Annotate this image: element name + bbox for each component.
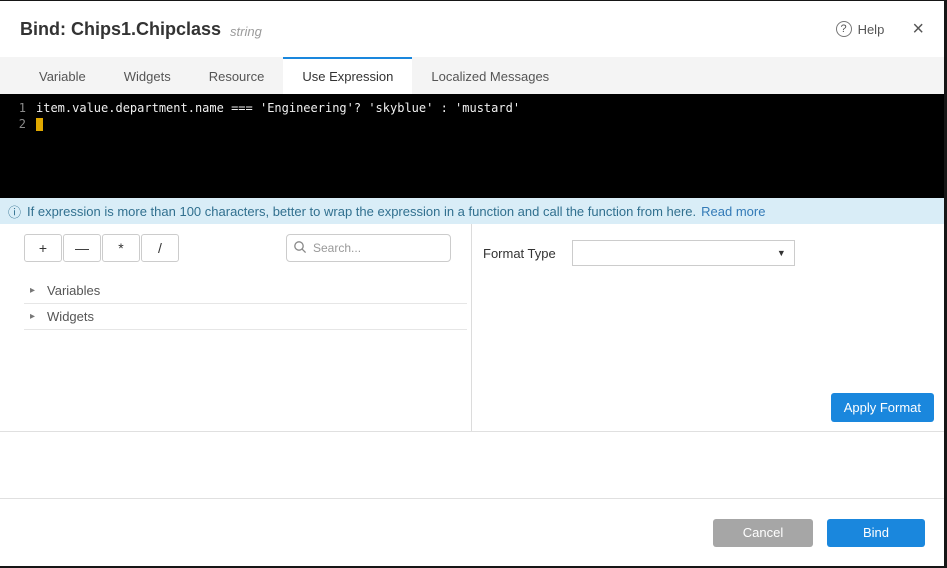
editor-cursor (36, 118, 43, 131)
editor-code: item.value.department.name === 'Engineer… (36, 100, 520, 116)
chevron-down-icon: ▼ (777, 248, 786, 258)
help-label: Help (858, 22, 885, 37)
dialog-footer: Cancel Bind (0, 499, 944, 566)
line-number: 1 (0, 100, 36, 116)
editor-code (36, 116, 43, 132)
bind-source-tree: ▸ Variables ▸ Widgets (0, 278, 471, 330)
info-text: If expression is more than 100 character… (27, 204, 696, 219)
main-area: + — * / ▸ Variables (0, 224, 944, 432)
multiply-operator-button[interactable]: * (102, 234, 140, 262)
minus-operator-button[interactable]: — (63, 234, 101, 262)
cancel-button[interactable]: Cancel (713, 519, 813, 547)
operator-toolbar: + — * / (0, 224, 471, 272)
preview-section (0, 432, 944, 499)
editor-line: 2 (0, 116, 944, 132)
divide-operator-button[interactable]: / (141, 234, 179, 262)
tree-item-variables[interactable]: ▸ Variables (24, 278, 467, 304)
editor-line: 1 item.value.department.name === 'Engine… (0, 100, 944, 116)
tree-item-label: Variables (47, 283, 100, 298)
help-icon: ? (836, 21, 852, 37)
tab-localized-messages[interactable]: Localized Messages (412, 57, 568, 94)
tree-item-widgets[interactable]: ▸ Widgets (24, 304, 467, 330)
expression-editor[interactable]: 1 item.value.department.name === 'Engine… (0, 94, 944, 198)
screen-background: Bind: Chips1.Chipclass string ? Help × V… (0, 0, 947, 568)
expand-arrow-icon[interactable]: ▸ (30, 311, 35, 322)
tab-widgets[interactable]: Widgets (105, 57, 190, 94)
tab-use-expression[interactable]: Use Expression (283, 57, 412, 94)
help-button[interactable]: ? Help (836, 21, 885, 37)
expression-builder-panel: + — * / ▸ Variables (0, 224, 472, 431)
bind-button[interactable]: Bind (827, 519, 925, 547)
property-type-label: string (230, 20, 262, 39)
tree-item-label: Widgets (47, 309, 94, 324)
info-bar: ⓘ If expression is more than 100 charact… (0, 198, 944, 224)
close-icon[interactable]: × (912, 19, 924, 39)
plus-operator-button[interactable]: + (24, 234, 62, 262)
dialog-title: Bind: Chips1.Chipclass (20, 19, 221, 40)
apply-format-button[interactable]: Apply Format (831, 393, 934, 422)
tab-resource[interactable]: Resource (190, 57, 284, 94)
tab-variable[interactable]: Variable (20, 57, 105, 94)
format-panel: Format Type ▼ Apply Format (472, 224, 944, 431)
line-number: 2 (0, 116, 36, 132)
info-icon: ⓘ (8, 202, 21, 221)
search-icon (293, 240, 307, 254)
format-type-label: Format Type (483, 246, 556, 261)
read-more-link[interactable]: Read more (701, 204, 765, 219)
search-box (286, 234, 451, 262)
bind-dialog: Bind: Chips1.Chipclass string ? Help × V… (0, 1, 944, 566)
search-input[interactable] (286, 234, 451, 262)
expand-arrow-icon[interactable]: ▸ (30, 285, 35, 296)
format-type-select[interactable]: ▼ (572, 240, 795, 266)
dialog-header: Bind: Chips1.Chipclass string ? Help × (0, 1, 944, 57)
tab-bar: Variable Widgets Resource Use Expression… (0, 57, 944, 94)
